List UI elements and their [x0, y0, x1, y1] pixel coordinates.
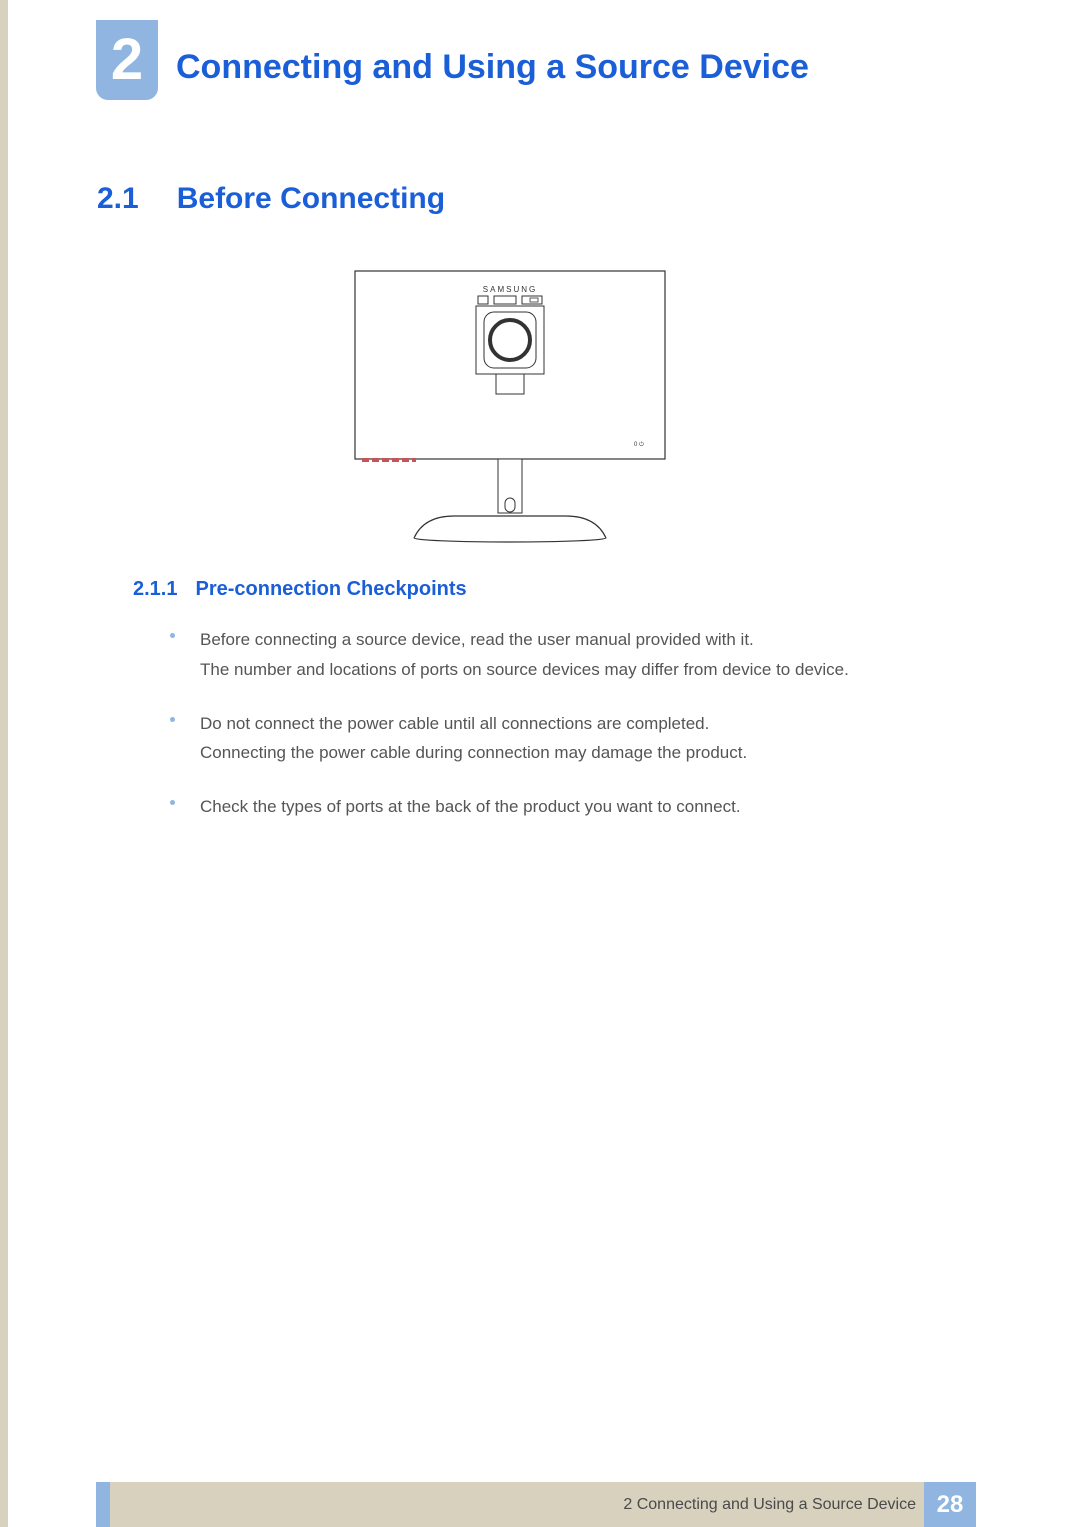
bullet-list: Before connecting a source device, read … [170, 625, 930, 846]
subsection-number: 2.1.1 [133, 578, 177, 601]
list-item: Do not connect the power cable until all… [170, 709, 930, 769]
chapter-number-badge: 2 [96, 20, 158, 100]
bullet-line: Connecting the power cable during connec… [200, 738, 930, 768]
bullet-line: The number and locations of ports on sou… [200, 655, 930, 685]
page-footer: 2 Connecting and Using a Source Device 2… [0, 1482, 1080, 1527]
bullet-line: Before connecting a source device, read … [200, 625, 930, 655]
list-item: Before connecting a source device, read … [170, 625, 930, 685]
left-margin-stripe [0, 0, 8, 1527]
section-title: Before Connecting [177, 182, 445, 216]
monitor-illustration: SAMSUNG 0 ⏻ [354, 270, 666, 544]
monitor-brand-label: SAMSUNG [483, 285, 537, 294]
section-heading: 2.1 Before Connecting [97, 182, 445, 216]
bullet-line: Do not connect the power cable until all… [200, 709, 930, 739]
svg-text:0 ⏻: 0 ⏻ [634, 441, 644, 448]
footer-accent-stripe [96, 1482, 110, 1527]
chapter-header: 2 Connecting and Using a Source Device [96, 20, 809, 100]
bullet-icon [170, 717, 175, 722]
page-number: 28 [937, 1491, 964, 1519]
subsection-heading: 2.1.1 Pre-connection Checkpoints [133, 578, 467, 601]
bullet-line: Check the types of ports at the back of … [200, 792, 930, 822]
chapter-title: Connecting and Using a Source Device [176, 48, 809, 87]
chapter-number: 2 [111, 31, 143, 89]
subsection-title: Pre-connection Checkpoints [195, 578, 466, 601]
footer-bar: 2 Connecting and Using a Source Device [96, 1482, 976, 1527]
page-number-box: 28 [924, 1482, 976, 1527]
monitor-rear-figure: SAMSUNG 0 ⏻ [354, 270, 666, 544]
list-item: Check the types of ports at the back of … [170, 792, 930, 822]
section-number: 2.1 [97, 182, 139, 216]
bullet-icon [170, 800, 175, 805]
footer-chapter-text: 2 Connecting and Using a Source Device [623, 1496, 916, 1514]
bullet-icon [170, 633, 175, 638]
